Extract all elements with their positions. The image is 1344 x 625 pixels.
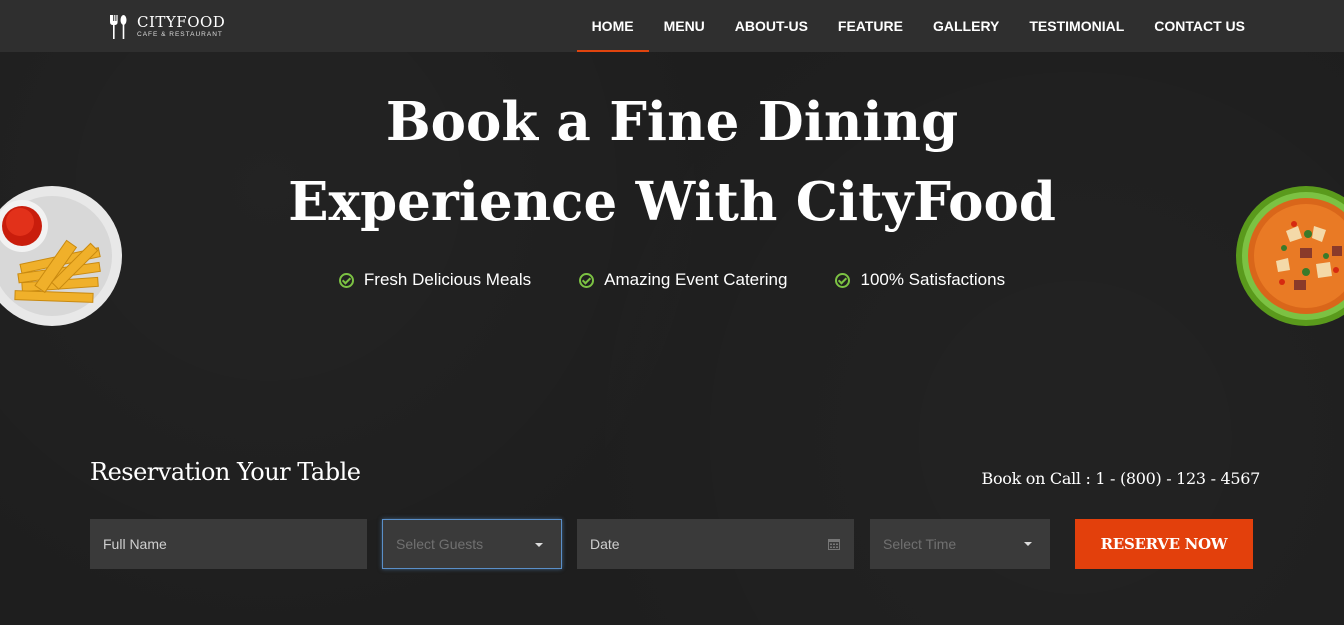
full-name-placeholder: Full Name <box>103 536 167 552</box>
check-circle-icon <box>835 272 851 288</box>
hero-title-line-1: Book a Fine Dining <box>385 91 959 153</box>
check-circle-icon <box>338 272 354 288</box>
feature-item: Amazing Event Catering <box>579 270 787 290</box>
nav-item-home[interactable]: HOME <box>576 0 649 52</box>
feature-item: Fresh Delicious Meals <box>338 270 532 290</box>
time-select[interactable]: Select Time <box>870 519 1050 569</box>
feature-label: Fresh Delicious Meals <box>363 270 532 289</box>
full-name-input[interactable]: Full Name <box>90 519 367 569</box>
nav-item-gallery[interactable]: GALLERY <box>918 0 1014 52</box>
nav-item-feature[interactable]: FEATURE <box>823 0 918 52</box>
feature-label: 100% Satisfactions <box>860 270 1006 289</box>
hero-title: Book a Fine Dining Experience With CityF… <box>0 82 1344 242</box>
top-navbar: CITYFOOD CAFE & RESTAURANT HOME MENU ABO… <box>0 0 1344 52</box>
date-input[interactable]: Date <box>577 519 854 569</box>
logo-tagline: CAFE & RESTAURANT <box>137 31 223 39</box>
reservation-title: Reservation Your Table <box>90 458 361 486</box>
nav-item-testimonial[interactable]: TESTIMONIAL <box>1014 0 1139 52</box>
guests-placeholder: Select Guests <box>396 536 484 552</box>
date-placeholder: Date <box>590 536 620 552</box>
logo-name: CITYFOOD <box>137 13 226 32</box>
nav-item-about-us[interactable]: ABOUT-US <box>720 0 823 52</box>
feature-label: Amazing Event Catering <box>604 270 788 289</box>
nav-item-contact-us[interactable]: CONTACT US <box>1139 0 1260 52</box>
reserve-now-button[interactable]: RESERVE NOW <box>1075 519 1253 569</box>
chevron-down-icon <box>535 543 543 547</box>
chevron-down-icon <box>1024 542 1032 546</box>
hero-title-line-2: Experience With CityFood <box>288 171 1056 233</box>
feature-item: 100% Satisfactions <box>835 270 1005 290</box>
fork-spoon-icon <box>110 15 127 39</box>
book-on-call-text[interactable]: Book on Call : 1 - (800) - 123 - 4567 <box>981 469 1260 488</box>
logo[interactable]: CITYFOOD CAFE & RESTAURANT <box>108 14 225 40</box>
nav-item-menu[interactable]: MENU <box>649 0 720 52</box>
check-circle-icon <box>579 272 595 288</box>
time-placeholder: Select Time <box>883 536 957 552</box>
feature-list: Fresh Delicious Meals Amazing Event Cate… <box>0 270 1344 290</box>
guests-select[interactable]: Select Guests <box>382 519 562 569</box>
main-nav: HOME MENU ABOUT-US FEATURE GALLERY TESTI… <box>576 0 1260 52</box>
calendar-icon <box>828 539 840 550</box>
